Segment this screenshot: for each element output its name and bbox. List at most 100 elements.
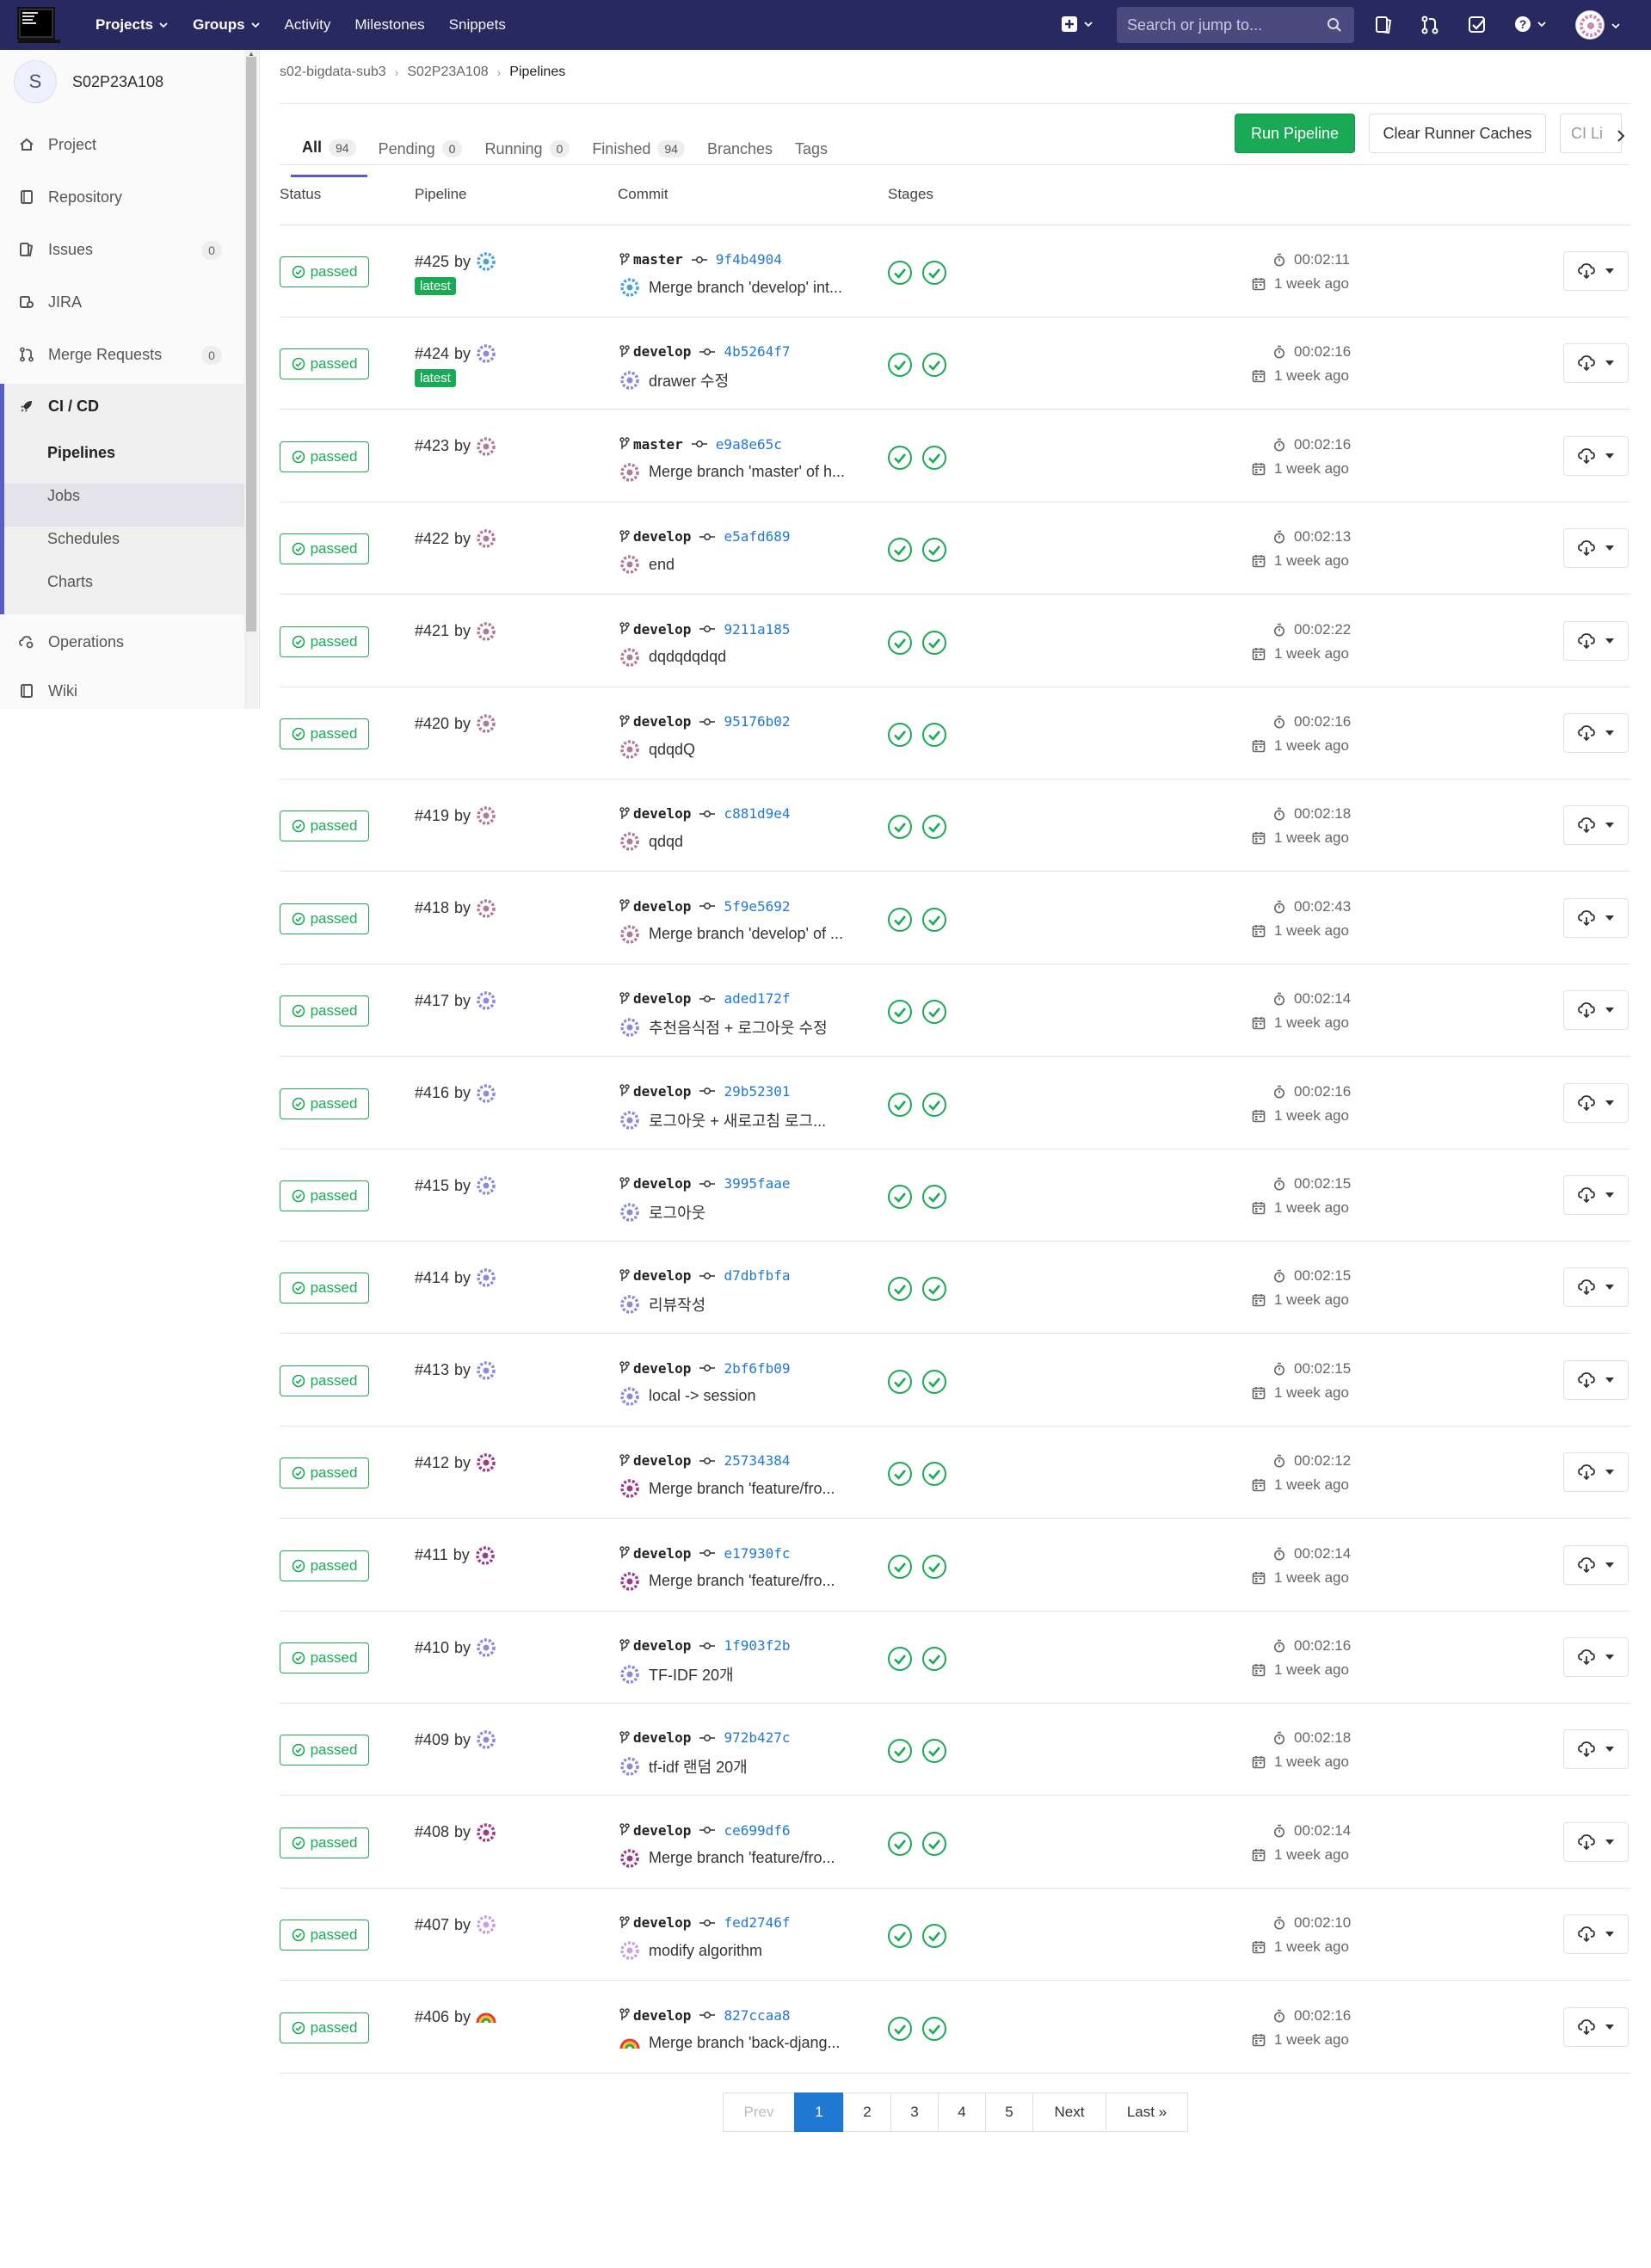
user-avatar-icon[interactable]	[476, 251, 496, 272]
branch-link[interactable]: develop	[633, 713, 691, 730]
branch-link[interactable]: master	[633, 436, 683, 453]
status-badge[interactable]: passed	[280, 1735, 369, 1766]
commit-author-avatar-icon[interactable]	[619, 554, 640, 575]
artifacts-dropdown-button[interactable]	[1563, 1821, 1629, 1862]
pagination-next[interactable]: Next	[1032, 2092, 1106, 2132]
commit-author-avatar-icon[interactable]	[619, 1110, 640, 1131]
commit-title[interactable]: end	[619, 554, 675, 575]
stage-passed-icon[interactable]	[887, 814, 913, 840]
commit-sha-link[interactable]: 827ccaa8	[724, 2007, 790, 2024]
pipeline-link[interactable]: #419	[415, 807, 449, 825]
chevron-down-icon[interactable]	[1611, 21, 1621, 31]
artifacts-dropdown-button[interactable]	[1563, 1267, 1629, 1308]
status-badge[interactable]: passed	[280, 533, 369, 565]
branch-link[interactable]: develop	[633, 1452, 691, 1469]
commit-title[interactable]: qdqd	[619, 831, 683, 852]
artifacts-dropdown-button[interactable]	[1563, 1544, 1629, 1585]
commit-title[interactable]: Merge branch 'feature/fro...	[619, 1848, 835, 1869]
commit-author-avatar-icon[interactable]	[619, 1202, 640, 1223]
commit-sha-link[interactable]: 25734384	[724, 1452, 790, 1469]
commit-title[interactable]: tf-idf 랜덤 20개	[619, 1755, 748, 1778]
stage-passed-icon[interactable]	[921, 1738, 947, 1764]
commit-sha-link[interactable]: c881d9e4	[724, 805, 790, 822]
commit-title[interactable]: 로그아웃 + 새로고침 로그...	[619, 1109, 826, 1131]
pipeline-link[interactable]: #413	[415, 1361, 449, 1379]
user-avatar-icon[interactable]	[476, 621, 496, 642]
pipeline-link[interactable]: #417	[415, 992, 449, 1010]
nav-snippets[interactable]: Snippets	[449, 16, 506, 34]
commit-author-avatar-icon[interactable]	[619, 739, 640, 760]
commit-author-avatar-icon[interactable]	[619, 1478, 640, 1499]
stage-passed-icon[interactable]	[921, 1646, 947, 1672]
commit-author-avatar-icon[interactable]	[619, 277, 640, 298]
pagination-page[interactable]: 4	[938, 2092, 986, 2132]
status-badge[interactable]: passed	[280, 348, 369, 380]
artifacts-dropdown-button[interactable]	[1563, 2006, 1629, 2047]
commit-sha-link[interactable]: 9f4b4904	[716, 251, 782, 268]
stage-passed-icon[interactable]	[921, 814, 947, 840]
status-badge[interactable]: passed	[280, 441, 369, 472]
commit-author-avatar-icon[interactable]	[619, 1664, 640, 1685]
pipeline-link[interactable]: #422	[415, 530, 449, 548]
branch-link[interactable]: develop	[633, 1083, 691, 1100]
artifacts-dropdown-button[interactable]	[1563, 713, 1629, 753]
nav-groups[interactable]: Groups	[193, 16, 260, 34]
tab-all[interactable]: All 94	[291, 120, 367, 177]
pipeline-link[interactable]: #423	[415, 437, 449, 455]
commit-sha-link[interactable]: e9a8e65c	[716, 436, 782, 453]
commit-sha-link[interactable]: 3995faae	[724, 1175, 790, 1192]
sidebar-item-cicd[interactable]: CI / CD	[0, 385, 244, 427]
nav-projects[interactable]: Projects	[95, 16, 169, 34]
user-avatar-icon[interactable]	[476, 436, 496, 457]
commit-title[interactable]: Merge branch 'feature/fro...	[619, 1571, 835, 1592]
nav-milestones[interactable]: Milestones	[354, 16, 424, 34]
stage-passed-icon[interactable]	[921, 907, 947, 933]
artifacts-dropdown-button[interactable]	[1563, 1082, 1629, 1123]
status-badge[interactable]: passed	[280, 626, 369, 657]
stage-passed-icon[interactable]	[887, 1738, 913, 1764]
status-badge[interactable]: passed	[280, 718, 369, 749]
commit-sha-link[interactable]: 1f903f2b	[724, 1637, 790, 1654]
commit-title[interactable]: local -> session	[619, 1386, 756, 1407]
sidebar-subitem-schedules[interactable]: Schedules	[47, 530, 120, 548]
commit-sha-link[interactable]: 5f9e5692	[724, 898, 790, 915]
user-avatar-icon[interactable]	[476, 1360, 496, 1381]
tab-branches[interactable]: Branches	[696, 120, 784, 177]
user-avatar-icon[interactable]	[476, 1822, 496, 1843]
stage-passed-icon[interactable]	[921, 352, 947, 378]
run-pipeline-button[interactable]: Run Pipeline	[1235, 114, 1355, 153]
pagination-page[interactable]: 3	[890, 2092, 939, 2132]
pipeline-link[interactable]: #421	[415, 622, 449, 640]
stage-passed-icon[interactable]	[887, 1923, 913, 1949]
status-badge[interactable]: passed	[280, 903, 369, 934]
search-input[interactable]: Search or jump to...	[1117, 7, 1354, 43]
stage-passed-icon[interactable]	[887, 352, 913, 378]
user-avatar-icon[interactable]	[476, 898, 496, 919]
stage-passed-icon[interactable]	[921, 1276, 947, 1302]
commit-title[interactable]: Merge branch 'back-djang...	[619, 2033, 841, 2054]
branch-link[interactable]: develop	[633, 528, 691, 545]
commit-title[interactable]: TF-IDF 20개	[619, 1663, 734, 1686]
stage-passed-icon[interactable]	[921, 2016, 947, 2042]
branch-link[interactable]: develop	[633, 1360, 691, 1377]
pipeline-link[interactable]: #410	[415, 1639, 449, 1657]
commit-author-avatar-icon[interactable]	[619, 1756, 640, 1777]
status-badge[interactable]: passed	[280, 1088, 369, 1119]
status-badge[interactable]: passed	[280, 1920, 369, 1951]
branch-link[interactable]: master	[633, 251, 683, 268]
stage-passed-icon[interactable]	[887, 260, 913, 286]
artifacts-dropdown-button[interactable]	[1563, 435, 1629, 476]
stage-passed-icon[interactable]	[921, 1923, 947, 1949]
status-badge[interactable]: passed	[280, 995, 369, 1027]
stage-passed-icon[interactable]	[921, 1831, 947, 1857]
artifacts-dropdown-button[interactable]	[1563, 343, 1629, 384]
ci-lint-button[interactable]: CI Li	[1560, 114, 1622, 153]
pipeline-link[interactable]: #408	[415, 1823, 449, 1841]
tab-finished[interactable]: Finished 94	[581, 120, 696, 177]
artifacts-dropdown-button[interactable]	[1563, 897, 1629, 938]
tab-running[interactable]: Running 0	[473, 120, 581, 177]
status-badge[interactable]: passed	[280, 2012, 369, 2043]
commit-title[interactable]: dqdqdqdqd	[619, 647, 726, 668]
pipeline-link[interactable]: #407	[415, 1916, 449, 1934]
stage-passed-icon[interactable]	[921, 722, 947, 748]
